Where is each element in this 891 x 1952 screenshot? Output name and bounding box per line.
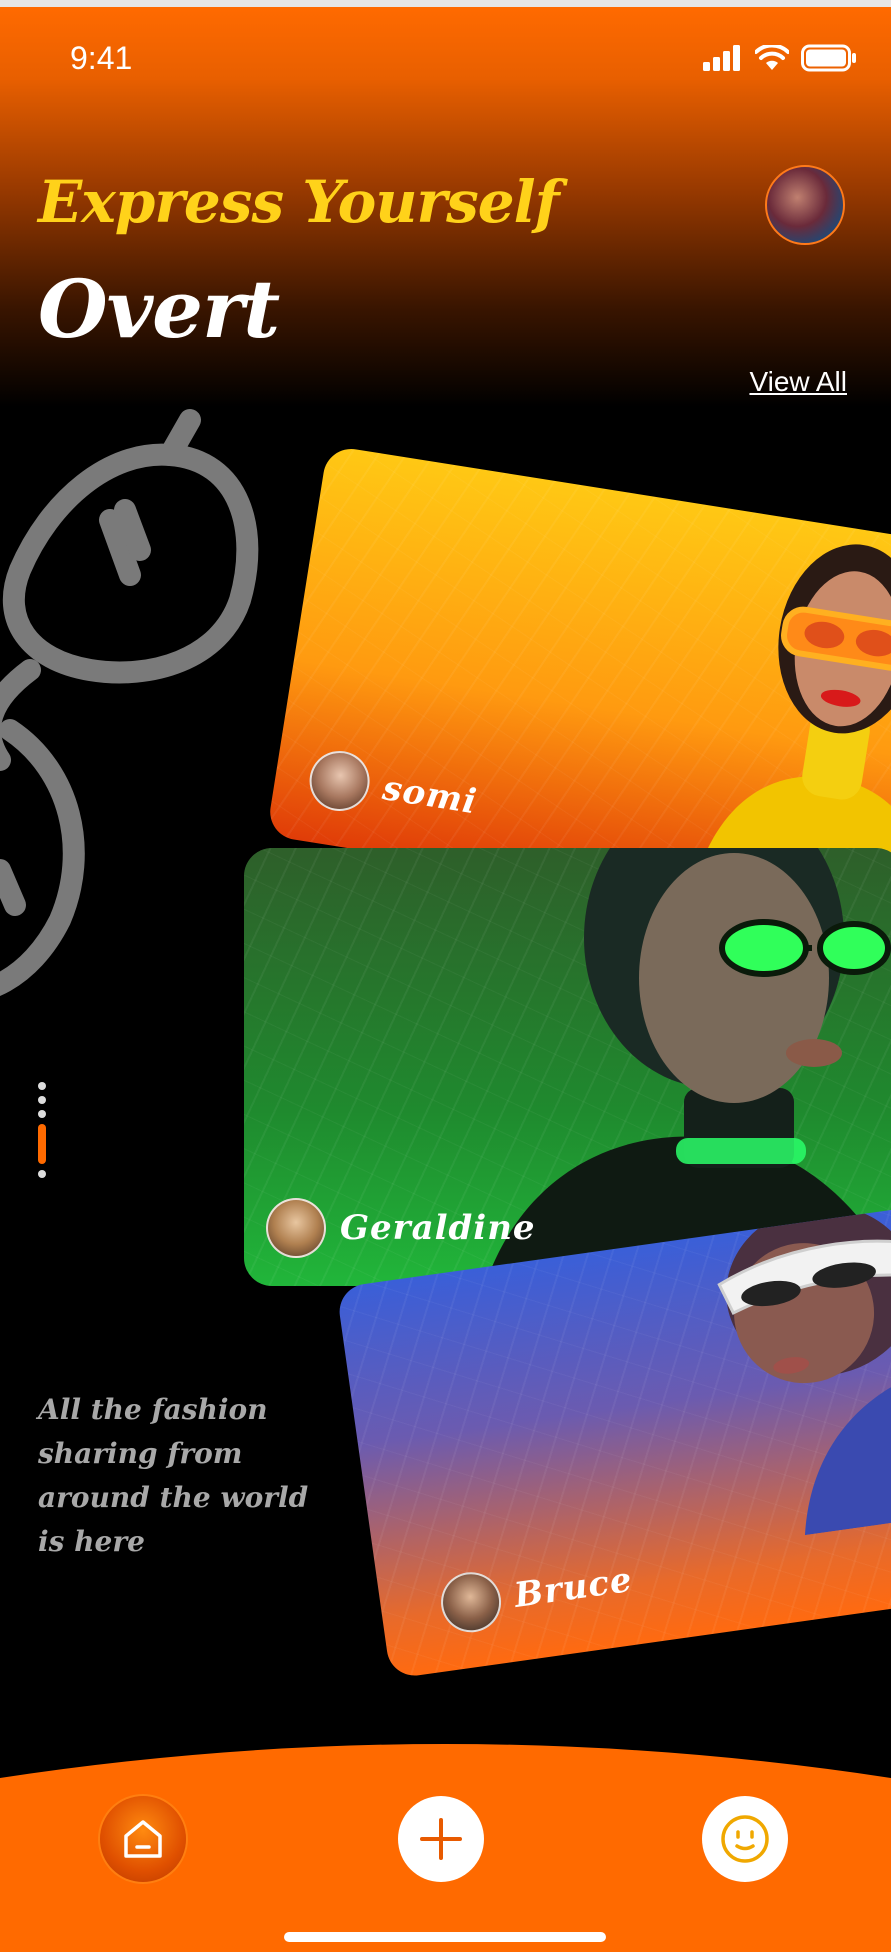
status-icons [703, 44, 857, 72]
profile-avatar[interactable] [765, 165, 845, 245]
tab-add[interactable] [398, 1796, 484, 1882]
tab-profile[interactable] [702, 1796, 788, 1882]
intro-description: All the fashion sharing from around the … [38, 1393, 309, 1558]
author-avatar[interactable] [305, 746, 374, 816]
model-portrait-blue [717, 1205, 891, 1536]
tab-home[interactable] [100, 1796, 186, 1882]
signal-icon [703, 45, 740, 71]
home-icon [124, 1820, 162, 1858]
pager-dot[interactable] [38, 1110, 46, 1118]
view-all-link[interactable]: View All [749, 366, 847, 398]
tagline: Express Yourself [38, 168, 560, 236]
author-name[interactable]: somi [380, 768, 480, 822]
pager-dot[interactable] [38, 1082, 46, 1090]
author-avatar[interactable] [266, 1198, 326, 1258]
author-name[interactable]: Bruce [512, 1560, 635, 1616]
pager-dot-active[interactable] [38, 1124, 46, 1164]
author-name[interactable]: Geraldine [340, 1208, 536, 1248]
card-pager[interactable] [38, 1082, 46, 1178]
battery-icon [801, 44, 856, 72]
smiley-icon [721, 1815, 769, 1863]
pager-dot[interactable] [38, 1170, 46, 1178]
author-avatar[interactable] [437, 1568, 505, 1637]
home-indicator[interactable] [284, 1932, 606, 1942]
author-row: Geraldine [266, 1198, 536, 1258]
status-time: 9:41 [70, 40, 133, 76]
top-strip [0, 0, 891, 7]
post-card-geraldine[interactable]: Geraldine [244, 848, 891, 1286]
plus-icon [420, 1818, 462, 1860]
wifi-icon [755, 45, 789, 70]
pager-dot[interactable] [38, 1096, 46, 1104]
app-title: Overt [38, 262, 280, 356]
app-screen: 9:41 Express Yourself Overt View All som… [0, 0, 891, 1952]
